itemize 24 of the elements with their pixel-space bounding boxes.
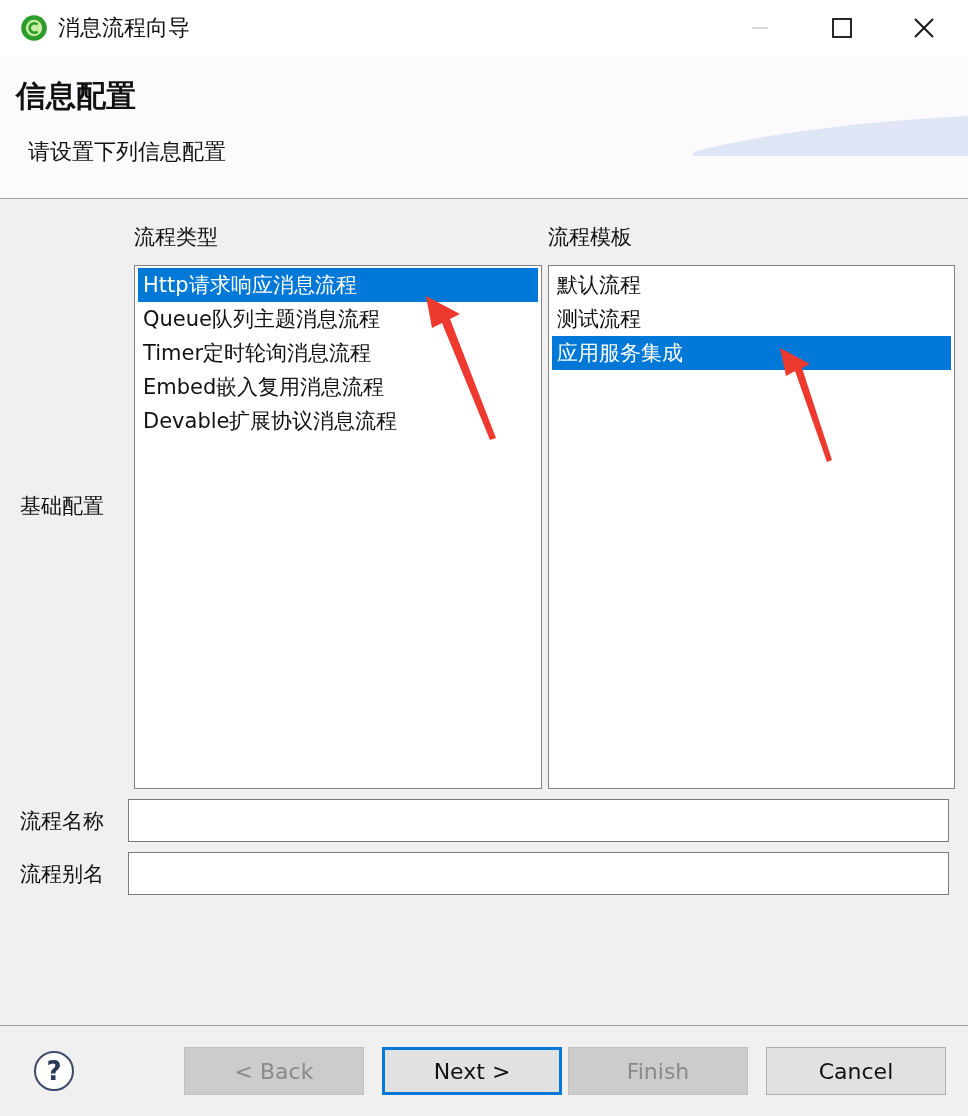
field-label: 流程别名 — [20, 860, 105, 888]
maximize-icon[interactable] — [832, 18, 852, 38]
list-label: 流程模板 — [548, 224, 633, 251]
list-item[interactable]: Devable扩展协议消息流程 — [138, 404, 538, 438]
input-field[interactable] — [128, 799, 949, 842]
page-subtitle: 请设置下列信息配置 — [28, 138, 227, 166]
list-item[interactable]: 应用服务集成 — [552, 336, 951, 370]
help-button[interactable]: ? — [34, 1051, 74, 1091]
list-item[interactable]: Http请求响应消息流程 — [138, 268, 538, 302]
list-item[interactable]: 默认流程 — [552, 268, 951, 302]
list-item[interactable]: Queue队列主题消息流程 — [138, 302, 538, 336]
wizard-button[interactable]: Next > — [382, 1047, 562, 1095]
list-item[interactable]: Timer定时轮询消息流程 — [138, 336, 538, 370]
input-field[interactable] — [128, 852, 949, 895]
page-title: 信息配置 — [16, 77, 137, 115]
list-item[interactable]: 测试流程 — [552, 302, 951, 336]
app-logo-icon — [20, 14, 48, 42]
wizard-button[interactable]: Cancel — [766, 1047, 946, 1095]
window-title: 消息流程向导 — [58, 14, 190, 42]
field-label: 流程名称 — [20, 807, 105, 835]
list-label: 流程类型 — [134, 224, 219, 251]
section-label: 基础配置 — [20, 493, 105, 520]
close-icon[interactable] — [914, 18, 934, 38]
list-item[interactable]: Embed嵌入复用消息流程 — [138, 370, 538, 404]
